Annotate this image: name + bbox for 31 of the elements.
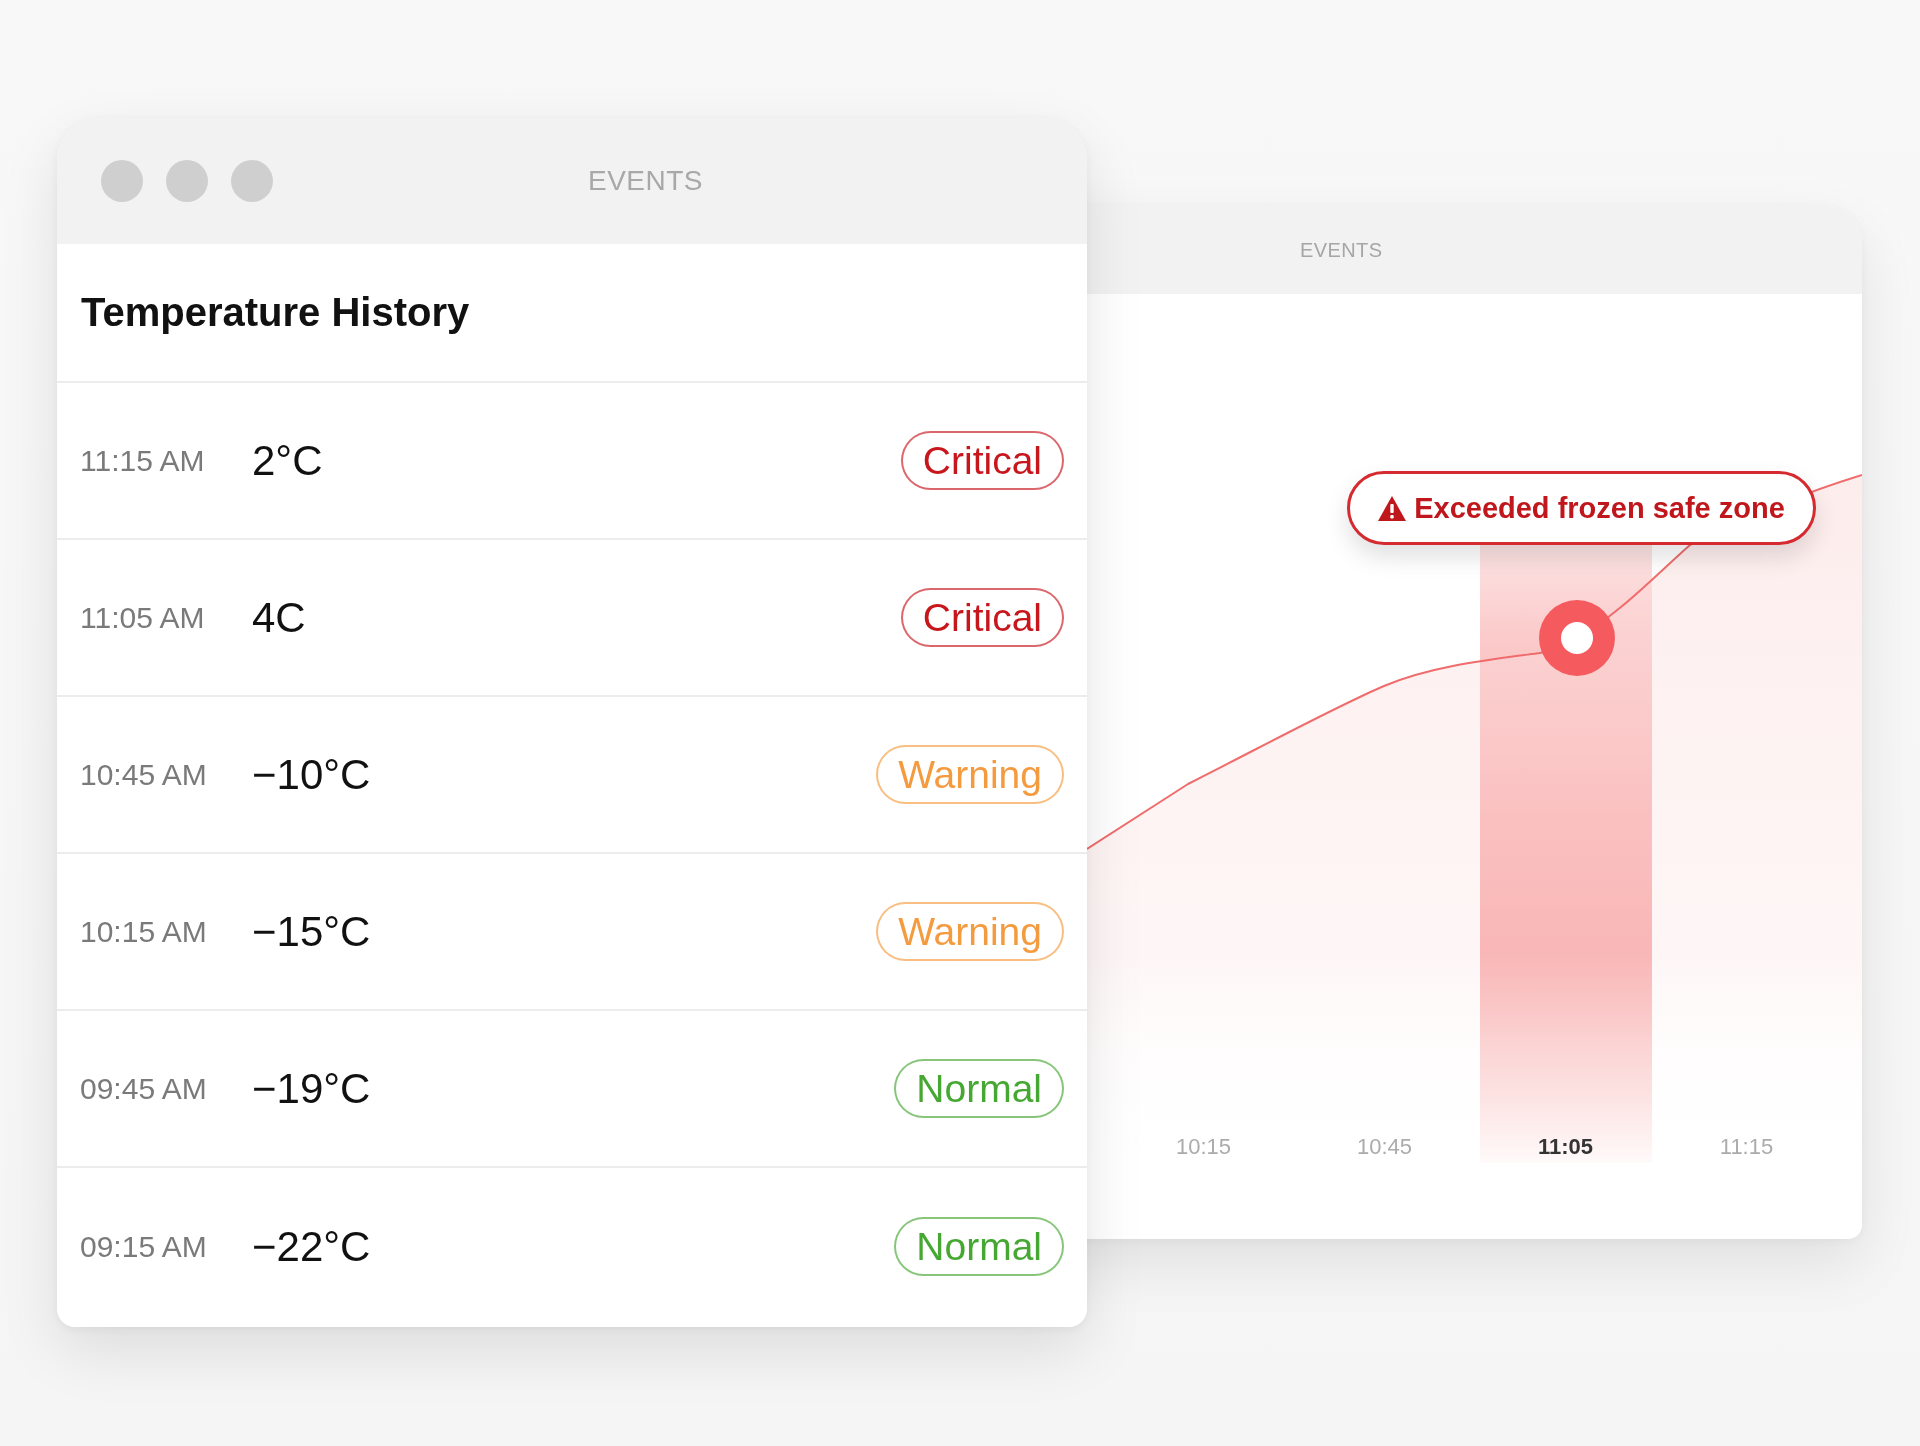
window-control-icon[interactable] — [231, 160, 273, 202]
warning-icon — [1378, 495, 1407, 521]
status-badge: Warning — [876, 902, 1064, 961]
window-title: EVENTS — [1300, 238, 1383, 262]
time-text: 09:15 AM — [80, 1229, 208, 1264]
time-text: 09:45 AM — [80, 1071, 208, 1106]
alert-text: Exceeded frozen safe zone — [1414, 491, 1785, 525]
status-badge: Critical — [900, 588, 1064, 647]
temperature-value: −22°C — [252, 1222, 371, 1271]
axis-label: 11:15 — [1719, 1134, 1774, 1159]
status-badge: Warning — [876, 745, 1064, 804]
panel-heading: Temperature History — [81, 290, 470, 335]
window-title: EVENTS — [588, 165, 704, 197]
window-control-icon[interactable] — [166, 160, 208, 202]
axis-label: 11:05 — [1537, 1134, 1594, 1159]
time-text: 10:15 AM — [80, 914, 208, 949]
axis-label: 10:15 — [1175, 1134, 1232, 1159]
axis-label: 10:45 — [1356, 1134, 1413, 1159]
temperature-value: −10°C — [252, 750, 371, 799]
ring-marker-icon — [1539, 600, 1615, 676]
status-badge: Normal — [894, 1217, 1064, 1276]
time-text: 10:45 AM — [80, 757, 208, 792]
temperature-value: −15°C — [252, 907, 371, 956]
temperature-value: 4C — [252, 593, 306, 642]
status-badge: Normal — [894, 1059, 1064, 1118]
window-control-icon[interactable] — [101, 160, 143, 202]
time-text: 11:05 AM — [80, 600, 206, 635]
time-text: 11:15 AM — [80, 443, 206, 478]
temperature-value: −19°C — [252, 1064, 371, 1113]
temperature-value: 2°C — [252, 436, 323, 485]
status-badge: Critical — [900, 431, 1064, 490]
